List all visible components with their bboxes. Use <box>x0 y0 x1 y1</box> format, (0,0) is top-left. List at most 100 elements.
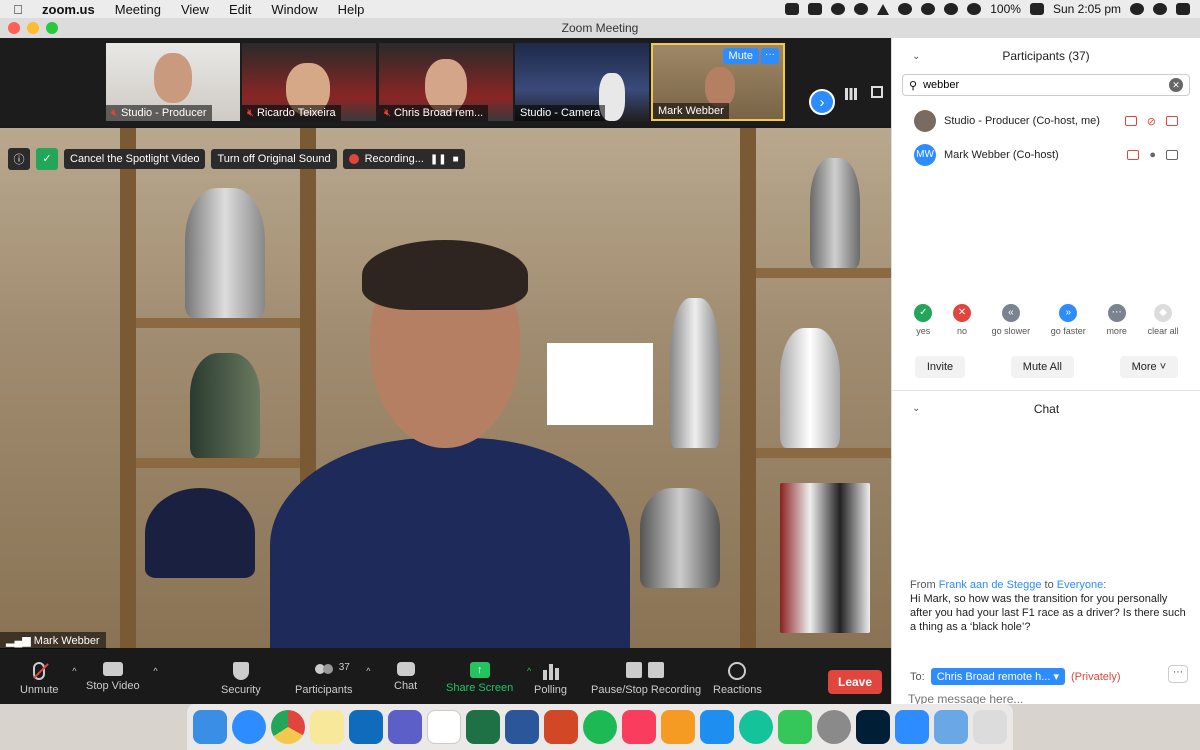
menu-view[interactable]: View <box>171 2 219 17</box>
zoom-window-button[interactable] <box>46 22 58 34</box>
participant-row[interactable]: MW Mark Webber (Co-host) ● <box>892 138 1200 172</box>
chrome-icon[interactable] <box>271 710 305 744</box>
audio-options-chevron-icon[interactable]: ^ <box>72 666 76 676</box>
video-options-chevron-icon[interactable]: ^ <box>153 666 157 676</box>
teams-icon[interactable] <box>388 710 422 744</box>
collapse-chat-chevron-icon[interactable]: ⌄ <box>912 403 920 414</box>
downloads-folder-icon[interactable] <box>934 710 968 744</box>
creative-cloud-icon[interactable] <box>854 3 869 15</box>
battery-icon[interactable] <box>1029 3 1044 15</box>
video-on-icon[interactable] <box>1166 150 1178 160</box>
chat-message-input[interactable] <box>908 692 1188 704</box>
safari-icon[interactable] <box>232 710 266 744</box>
finder-icon[interactable] <box>193 710 227 744</box>
feedback-clear-all[interactable]: ◆ clear all <box>1148 304 1179 336</box>
notification-center-icon[interactable] <box>1176 3 1190 15</box>
search-value[interactable]: webber <box>923 79 959 91</box>
recipient-dropdown[interactable]: Chris Broad remote h... ▾ <box>930 668 1065 685</box>
share-options-chevron-icon[interactable]: ^ <box>527 666 531 676</box>
powerpoint-icon[interactable] <box>544 710 578 744</box>
share-screen-button[interactable]: ↑ Share Screen ^ <box>446 662 531 694</box>
reactions-button[interactable]: Reactions <box>713 662 762 696</box>
chat-more-icon[interactable]: ⋯ <box>1168 665 1188 683</box>
feedback-yes[interactable]: ✓ yes <box>914 304 933 336</box>
original-sound-button[interactable]: Turn off Original Sound <box>211 149 337 169</box>
feedback-no[interactable]: ✕ no <box>952 304 971 336</box>
feedback-go-faster[interactable]: » go faster <box>1051 304 1086 336</box>
pause-stop-recording-button[interactable]: Pause/Stop Recording <box>591 662 701 696</box>
spotify-icon[interactable] <box>583 710 617 744</box>
trash-icon[interactable] <box>973 710 1007 744</box>
meeting-info-icon[interactable]: ⓘ <box>8 148 30 170</box>
user-avatar-icon[interactable] <box>1153 3 1167 15</box>
books-icon[interactable] <box>661 710 695 744</box>
thumbnail-mark-webber[interactable]: Mute ··· Mark Webber <box>651 43 785 121</box>
encryption-shield-icon[interactable]: ✓ <box>36 148 58 170</box>
participants-options-chevron-icon[interactable]: ^ <box>366 666 370 676</box>
next-page-arrow-icon[interactable]: › <box>809 89 835 115</box>
lightroom-icon[interactable] <box>856 710 890 744</box>
zoom-icon[interactable] <box>895 710 929 744</box>
app-store-icon[interactable] <box>700 710 734 744</box>
menubar-clock[interactable]: Sun 2:05 pm <box>1053 2 1121 16</box>
camera-status-icon[interactable] <box>785 3 800 15</box>
minimize-window-button[interactable] <box>27 22 39 34</box>
menu-help[interactable]: Help <box>328 2 375 17</box>
security-button[interactable]: Security <box>221 662 261 696</box>
drive-icon[interactable] <box>877 3 890 15</box>
thumbnail-studio-producer[interactable]: 🔇︎ Studio - Producer <box>106 43 240 121</box>
feedback-more[interactable]: ⋯ more <box>1106 304 1127 336</box>
menu-edit[interactable]: Edit <box>219 2 261 17</box>
message-recipient[interactable]: Everyone <box>1057 579 1103 591</box>
pause-recording-icon[interactable]: ❚❚ <box>430 154 447 165</box>
leave-button[interactable]: Leave <box>828 670 882 694</box>
wifi-icon[interactable] <box>944 3 959 15</box>
word-icon[interactable] <box>505 710 539 744</box>
fullscreen-icon[interactable] <box>871 86 883 98</box>
update-icon[interactable] <box>898 3 913 15</box>
clear-search-icon[interactable]: ✕ <box>1169 78 1183 92</box>
stop-video-button[interactable]: Stop Video ^ <box>86 662 158 692</box>
menu-app-name[interactable]: zoom.us <box>36 2 105 17</box>
notes-icon[interactable] <box>310 710 344 744</box>
participants-button[interactable]: 37 Participants ^ <box>295 662 370 696</box>
mute-all-button[interactable]: Mute All <box>1010 356 1074 378</box>
dropbox-icon[interactable] <box>808 3 823 15</box>
participant-row[interactable]: Studio - Producer (Co-host, me) ⊘ <box>892 104 1200 138</box>
thumbnail-chris-broad[interactable]: 🔇︎ Chris Broad rem... <box>379 43 513 121</box>
thumbnail-mute-button[interactable]: Mute <box>722 48 759 64</box>
volume-icon[interactable] <box>967 3 982 15</box>
invite-button[interactable]: Invite <box>914 356 966 378</box>
feedback-go-slower[interactable]: « go slower <box>992 304 1030 336</box>
excel-icon[interactable] <box>466 710 500 744</box>
polling-button[interactable]: Polling <box>534 662 567 696</box>
unmute-button[interactable]: Unmute ^ <box>20 662 77 696</box>
thumbnail-studio-camera[interactable]: Studio - Camera <box>515 43 649 121</box>
apple-menu-icon[interactable]:  <box>0 2 36 17</box>
message-sender[interactable]: Frank aan de Stegge <box>939 579 1042 591</box>
menu-window[interactable]: Window <box>261 2 327 17</box>
stop-recording-icon[interactable]: ■ <box>453 154 459 165</box>
outlook-icon[interactable] <box>349 710 383 744</box>
music-icon[interactable] <box>622 710 656 744</box>
thumbnail-more-button[interactable]: ··· <box>761 48 779 64</box>
gallery-view-icon[interactable] <box>845 88 857 100</box>
more-options-button[interactable]: More ˅ <box>1119 356 1179 378</box>
video-off-icon[interactable] <box>1166 116 1178 126</box>
facetime-icon[interactable] <box>778 710 812 744</box>
thumbnail-ricardo-teixeira[interactable]: 🔇︎ Ricardo Teixeira <box>242 43 376 121</box>
grammarly-icon[interactable] <box>739 710 773 744</box>
spotlight-video[interactable] <box>0 128 891 648</box>
mic-icon[interactable]: ● <box>1149 149 1156 161</box>
collapse-participants-chevron-icon[interactable]: ⌄ <box>912 51 920 62</box>
system-preferences-icon[interactable] <box>817 710 851 744</box>
cancel-spotlight-button[interactable]: Cancel the Spotlight Video <box>64 149 206 169</box>
calendar-icon[interactable] <box>427 710 461 744</box>
mic-muted-icon[interactable]: ⊘ <box>1147 115 1156 128</box>
close-window-button[interactable] <box>8 22 20 34</box>
bluetooth-icon[interactable] <box>921 3 936 15</box>
spotlight-search-icon[interactable] <box>1130 3 1144 15</box>
participant-search-input[interactable]: ⚲ webber ✕ <box>902 74 1190 96</box>
menu-meeting[interactable]: Meeting <box>105 2 171 17</box>
chat-button[interactable]: Chat <box>394 662 417 692</box>
